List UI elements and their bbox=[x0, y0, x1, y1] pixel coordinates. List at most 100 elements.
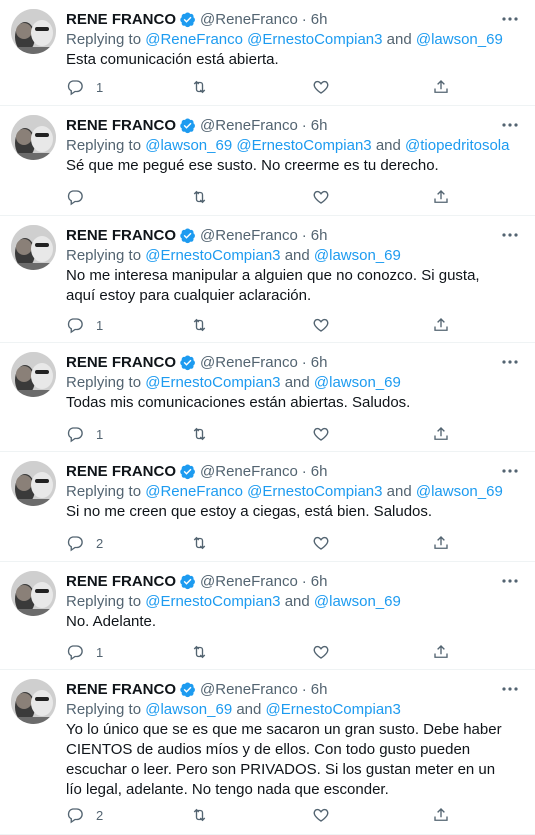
tweet-time[interactable]: 6h bbox=[311, 117, 328, 134]
replying-label: Replying to bbox=[66, 137, 142, 154]
avatar[interactable] bbox=[11, 225, 56, 270]
retweet-icon bbox=[190, 806, 209, 824]
like-button[interactable] bbox=[312, 805, 330, 825]
author-name[interactable]: RENE FRANCO bbox=[66, 354, 176, 371]
avatar[interactable] bbox=[11, 9, 56, 54]
mention-link[interactable]: @lawson_69 bbox=[314, 247, 401, 264]
tweet-time[interactable]: 6h bbox=[311, 681, 328, 698]
mention-link[interactable]: @ErnestoCompian3 bbox=[266, 701, 401, 718]
mention-link[interactable]: @ReneFranco bbox=[145, 31, 243, 48]
tweet-text: No me interesa manipular a alguien que n… bbox=[66, 267, 480, 304]
author-name[interactable]: RENE FRANCO bbox=[66, 11, 176, 28]
reply-button[interactable]: 1 bbox=[66, 424, 103, 444]
mention-link[interactable]: @ErnestoCompian3 bbox=[247, 483, 382, 500]
author-handle[interactable]: @ReneFranco bbox=[200, 573, 298, 590]
reply-button[interactable]: 1 bbox=[66, 315, 103, 335]
mention-link[interactable]: @lawson_69 bbox=[145, 701, 232, 718]
retweet-button[interactable] bbox=[190, 187, 209, 207]
reply-button[interactable]: 2 bbox=[66, 805, 103, 825]
retweet-button[interactable] bbox=[190, 424, 209, 444]
like-icon bbox=[312, 534, 330, 552]
avatar[interactable] bbox=[11, 352, 56, 397]
mention-link[interactable]: @lawson_69 bbox=[416, 483, 503, 500]
mention-link[interactable]: @lawson_69 bbox=[314, 593, 401, 610]
share-button[interactable] bbox=[432, 315, 450, 335]
mention-separator: and bbox=[236, 701, 262, 718]
mention-link[interactable]: @ErnestoCompian3 bbox=[145, 593, 280, 610]
like-button[interactable] bbox=[312, 315, 330, 335]
more-icon[interactable] bbox=[501, 353, 519, 371]
share-button[interactable] bbox=[432, 642, 450, 662]
mention-link[interactable]: @ErnestoCompian3 bbox=[145, 374, 280, 391]
share-button[interactable] bbox=[432, 533, 450, 553]
author-handle[interactable]: @ReneFranco bbox=[200, 463, 298, 480]
avatar[interactable] bbox=[11, 679, 56, 724]
author-handle[interactable]: @ReneFranco bbox=[200, 117, 298, 134]
share-button[interactable] bbox=[432, 77, 450, 97]
avatar[interactable] bbox=[11, 115, 56, 160]
dot-separator: · bbox=[301, 353, 307, 371]
tweet-time[interactable]: 6h bbox=[311, 11, 328, 28]
retweet-button[interactable] bbox=[190, 533, 209, 553]
tweet[interactable]: RENE FRANCO @ReneFranco · 6h Replying to… bbox=[0, 106, 535, 216]
author-name[interactable]: RENE FRANCO bbox=[66, 117, 176, 134]
tweet-time[interactable]: 6h bbox=[311, 354, 328, 371]
mention-link[interactable]: @ErnestoCompian3 bbox=[236, 137, 371, 154]
reply-button[interactable]: 1 bbox=[66, 77, 103, 97]
more-icon[interactable] bbox=[501, 462, 519, 480]
tweet-text: Yo lo único que se es que me sacaron un … bbox=[66, 721, 502, 798]
retweet-button[interactable] bbox=[190, 77, 209, 97]
more-icon[interactable] bbox=[501, 680, 519, 698]
share-icon bbox=[432, 643, 450, 661]
reply-icon bbox=[66, 316, 84, 334]
mention-link[interactable]: @lawson_69 bbox=[145, 137, 232, 154]
share-button[interactable] bbox=[432, 424, 450, 444]
author-name[interactable]: RENE FRANCO bbox=[66, 227, 176, 244]
author-handle[interactable]: @ReneFranco bbox=[200, 354, 298, 371]
tweet-time[interactable]: 6h bbox=[311, 573, 328, 590]
tweet-time[interactable]: 6h bbox=[311, 227, 328, 244]
tweet[interactable]: RENE FRANCO @ReneFranco · 6h Replying to… bbox=[0, 343, 535, 452]
retweet-button[interactable] bbox=[190, 642, 209, 662]
share-button[interactable] bbox=[432, 187, 450, 207]
tweet[interactable]: RENE FRANCO @ReneFranco · 6h Replying to… bbox=[0, 562, 535, 670]
mention-link[interactable]: @lawson_69 bbox=[416, 31, 503, 48]
replying-to: Replying to @ReneFranco @ErnestoCompian3… bbox=[66, 482, 503, 502]
like-button[interactable] bbox=[312, 642, 330, 662]
like-button[interactable] bbox=[312, 77, 330, 97]
tweet[interactable]: RENE FRANCO @ReneFranco · 6h Replying to… bbox=[0, 0, 535, 106]
mention-link[interactable]: @ErnestoCompian3 bbox=[145, 247, 280, 264]
author-name[interactable]: RENE FRANCO bbox=[66, 463, 176, 480]
like-button[interactable] bbox=[312, 424, 330, 444]
author-name[interactable]: RENE FRANCO bbox=[66, 681, 176, 698]
mention-link[interactable]: @tiopedritosola bbox=[405, 137, 509, 154]
retweet-button[interactable] bbox=[190, 805, 209, 825]
reply-button[interactable]: 2 bbox=[66, 533, 103, 553]
avatar[interactable] bbox=[11, 571, 56, 616]
like-button[interactable] bbox=[312, 187, 330, 207]
tweet-header: RENE FRANCO @ReneFranco · 6h bbox=[66, 225, 327, 245]
like-icon bbox=[312, 643, 330, 661]
tweet-time[interactable]: 6h bbox=[311, 463, 328, 480]
more-icon[interactable] bbox=[501, 572, 519, 590]
more-icon[interactable] bbox=[501, 226, 519, 244]
retweet-button[interactable] bbox=[190, 315, 209, 335]
more-icon[interactable] bbox=[501, 116, 519, 134]
tweet-header: RENE FRANCO @ReneFranco · 6h bbox=[66, 9, 327, 29]
author-handle[interactable]: @ReneFranco bbox=[200, 227, 298, 244]
tweet[interactable]: RENE FRANCO @ReneFranco · 6h Replying to… bbox=[0, 452, 535, 562]
avatar[interactable] bbox=[11, 461, 56, 506]
tweet[interactable]: RENE FRANCO @ReneFranco · 6h Replying to… bbox=[0, 670, 535, 835]
like-button[interactable] bbox=[312, 533, 330, 553]
reply-button[interactable] bbox=[66, 187, 96, 207]
mention-link[interactable]: @lawson_69 bbox=[314, 374, 401, 391]
author-name[interactable]: RENE FRANCO bbox=[66, 573, 176, 590]
mention-link[interactable]: @ErnestoCompian3 bbox=[247, 31, 382, 48]
reply-button[interactable]: 1 bbox=[66, 642, 103, 662]
share-button[interactable] bbox=[432, 805, 450, 825]
author-handle[interactable]: @ReneFranco bbox=[200, 11, 298, 28]
mention-link[interactable]: @ReneFranco bbox=[145, 483, 243, 500]
tweet[interactable]: RENE FRANCO @ReneFranco · 6h Replying to… bbox=[0, 216, 535, 343]
author-handle[interactable]: @ReneFranco bbox=[200, 681, 298, 698]
more-icon[interactable] bbox=[501, 10, 519, 28]
